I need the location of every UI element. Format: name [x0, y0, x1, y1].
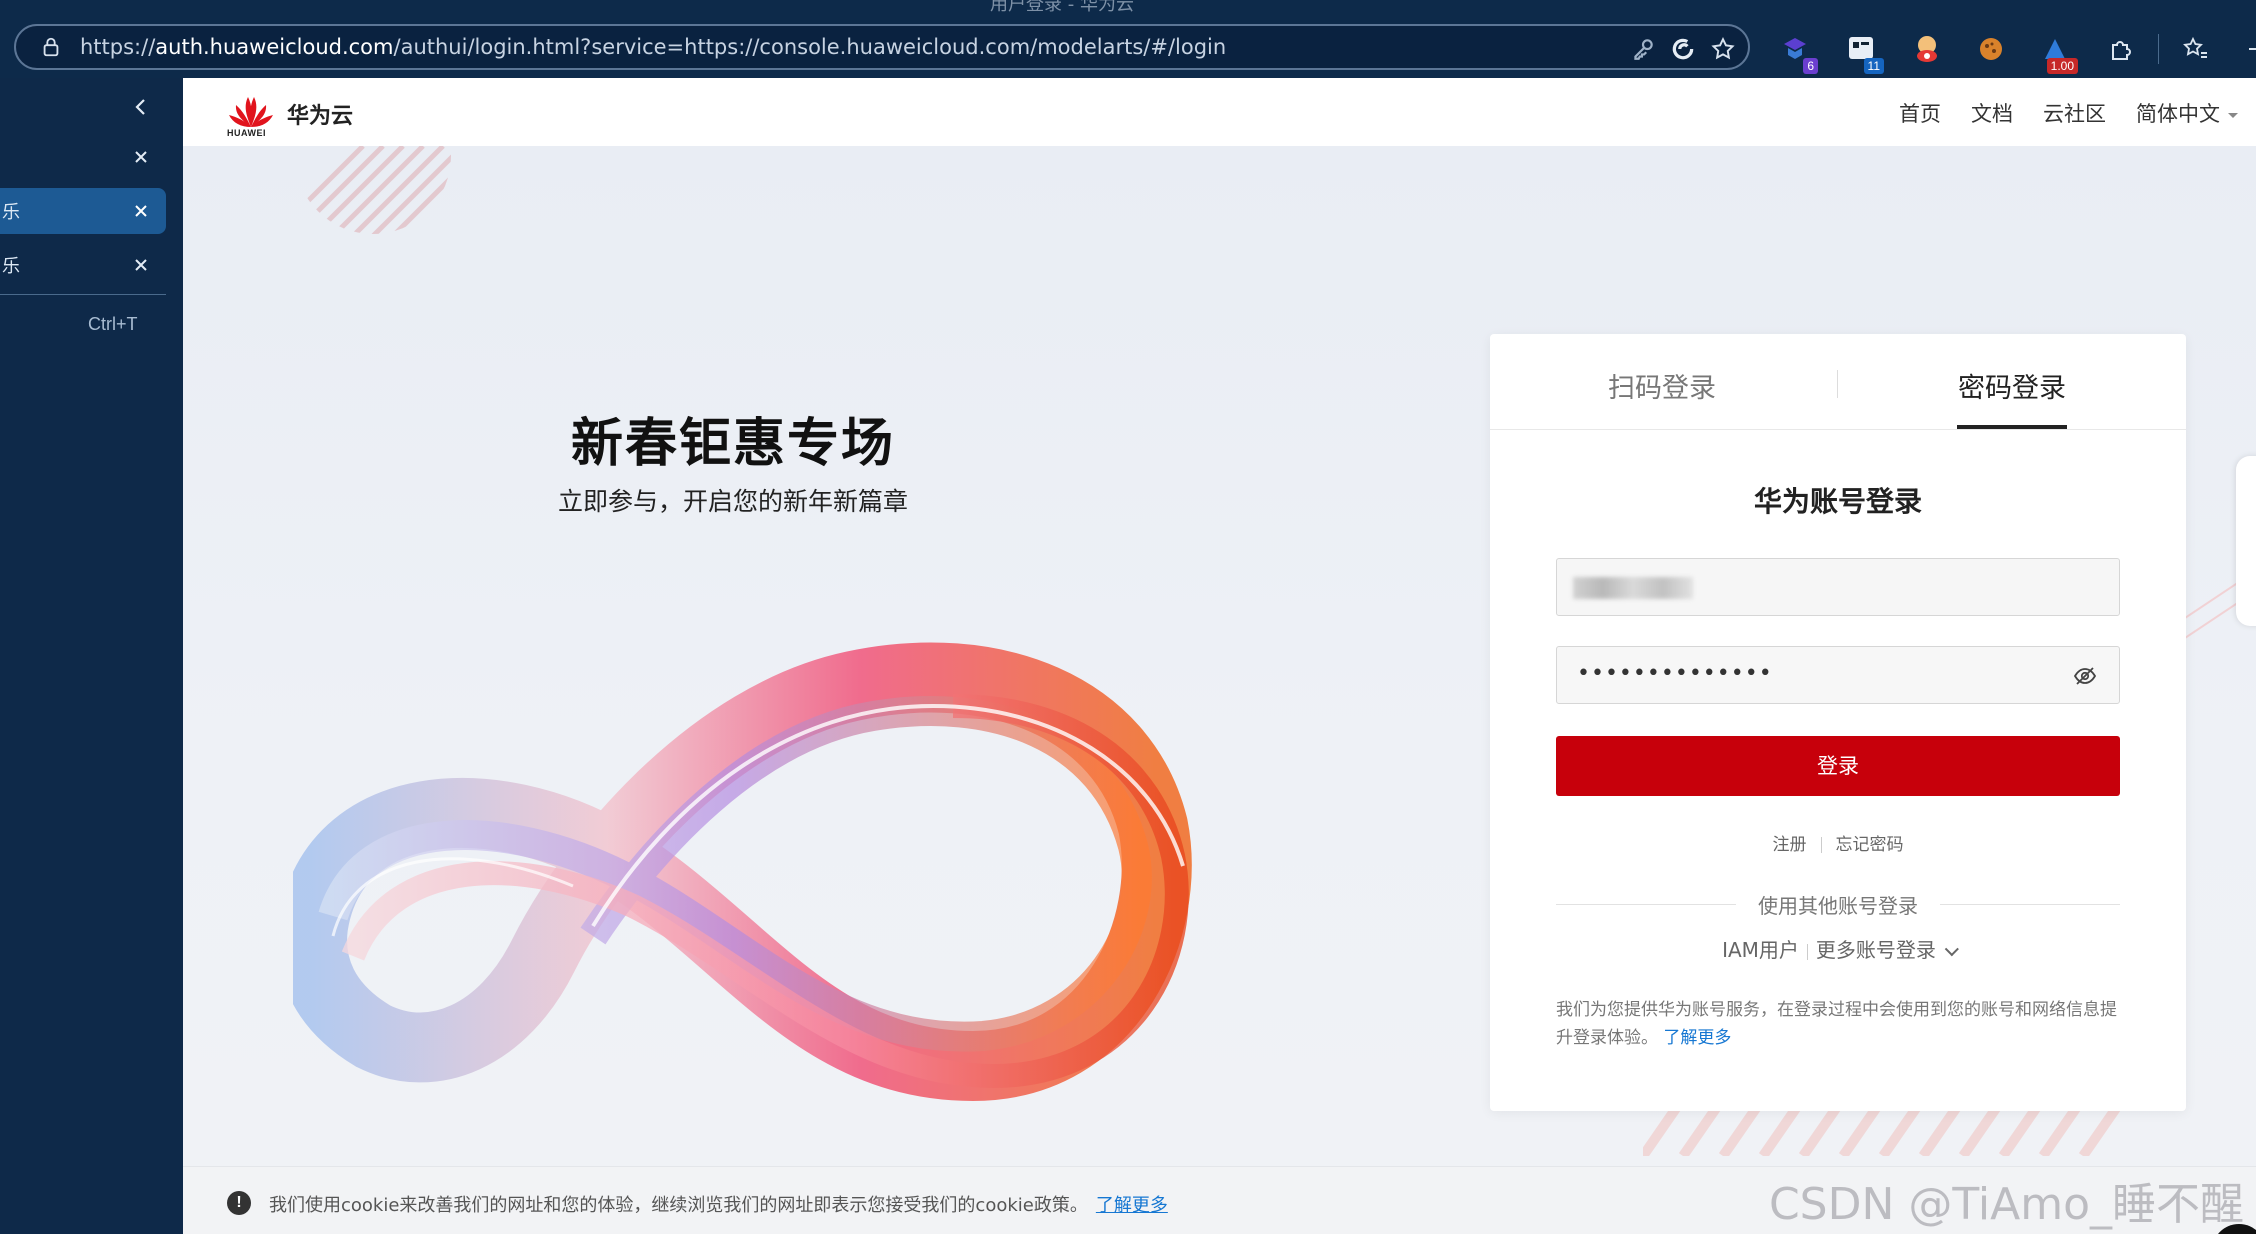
close-icon[interactable] — [130, 146, 152, 168]
ext-1-badge: 6 — [1803, 58, 1818, 74]
blurred-account-value — [1573, 577, 1693, 599]
info-icon: ! — [227, 1191, 251, 1215]
toolbar-divider — [2158, 34, 2159, 64]
favorites-icon[interactable] — [2176, 30, 2214, 68]
more-login-dropdown[interactable]: 更多账号登录 — [1816, 938, 1936, 962]
iam-user-link[interactable]: IAM用户 — [1722, 938, 1799, 962]
cookie-learn-more-link[interactable]: 了解更多 — [1096, 1195, 1168, 1216]
register-link[interactable]: 注册 — [1773, 835, 1807, 855]
login-card: 扫码登录 密码登录 华为账号登录 •••••••••••••• 登录 注册 忘记密… — [1490, 334, 2186, 1111]
collapse-sidebar-button[interactable] — [0, 84, 166, 130]
logo-wordmark: HUAWEI — [227, 128, 266, 138]
tab-qr-login[interactable]: 扫码登录 — [1608, 366, 1716, 405]
privacy-notice: 我们为您提供华为账号服务，在登录过程中会使用到您的账号和网络信息提升登录体验。 … — [1556, 996, 2126, 1052]
url-path: /authui/login.html?service=https://conso… — [393, 35, 1227, 59]
url-scheme: https:// — [80, 35, 156, 59]
cookie-icon[interactable] — [1972, 30, 2010, 68]
vertical-tabs-sidebar: 乐 乐 Ctrl+T — [0, 78, 183, 1234]
login-tabs: 扫码登录 密码登录 — [1490, 334, 2186, 430]
login-title: 华为账号登录 — [1753, 485, 1922, 518]
browser-toolbar: 用户登录 - 华为云 https://auth.huaweicloud.com/… — [0, 0, 2256, 78]
ext-5-icon[interactable]: 1.00 — [2036, 30, 2078, 74]
language-selector[interactable]: 简体中文 — [2136, 98, 2238, 128]
nav-home[interactable]: 首页 — [1899, 98, 1941, 128]
more-icon[interactable] — [2236, 30, 2256, 68]
sidebar-divider — [0, 294, 166, 295]
read-aloud-icon[interactable] — [1670, 36, 1696, 62]
tab-row-active[interactable]: 乐 — [0, 188, 166, 234]
tab-divider — [1837, 370, 1838, 398]
ext-2-badge: 11 — [1863, 58, 1884, 74]
divider-line-right — [1940, 904, 2120, 905]
forgot-password-link[interactable]: 忘记密码 — [1836, 835, 1904, 855]
ext-2-icon[interactable]: 11 — [1842, 30, 1884, 74]
url-host: auth.huaweicloud.com — [155, 35, 394, 59]
window-title: 用户登录 - 华为云 — [990, 0, 1134, 15]
password-input[interactable]: •••••••••••••• — [1556, 646, 2120, 704]
ext-3-icon[interactable] — [1908, 30, 1946, 68]
tab-row[interactable] — [0, 134, 166, 180]
extensions-puzzle-icon[interactable] — [2102, 30, 2140, 68]
lock-icon[interactable] — [40, 36, 62, 58]
ribbon-illustration — [293, 642, 1192, 1102]
nav-community[interactable]: 云社区 — [2043, 98, 2106, 128]
cookie-message: 我们使用cookie来改善我们的网址和您的体验，继续浏览我们的网址即表示您接受我… — [269, 1191, 1168, 1217]
address-bar[interactable]: https://auth.huaweicloud.com/authui/logi… — [14, 24, 1750, 70]
tab-password-login[interactable]: 密码登录 — [1958, 366, 2066, 405]
key-icon[interactable] — [1630, 36, 1656, 62]
csdn-watermark: CSDN @TiAmo_睡不醒 — [1768, 1179, 2244, 1230]
tab-title: 乐 — [2, 256, 20, 277]
active-tab-indicator — [1957, 425, 2067, 429]
other-login-divider: 使用其他账号登录 — [1556, 890, 2120, 920]
privacy-text: 我们为您提供华为账号服务，在登录过程中会使用到您的账号和网络信息提升登录体验。 — [1556, 1000, 2117, 1048]
ext-1-icon[interactable]: 6 — [1776, 30, 1818, 74]
web-page: HUAWEI 华为云 首页 文档 云社区 简体中文 新春钜惠专场 立即参与，开启… — [183, 78, 2256, 1234]
new-tab-shortcut[interactable]: Ctrl+T — [88, 314, 138, 335]
decor-stripes — [295, 146, 451, 234]
account-links: 注册 忘记密码 — [1490, 830, 2186, 855]
hero-title: 新春钜惠专场 — [570, 414, 895, 474]
account-input[interactable] — [1556, 558, 2120, 616]
site-header: HUAWEI 华为云 首页 文档 云社区 简体中文 — [183, 78, 2256, 146]
link-divider — [1820, 837, 1822, 853]
eye-off-icon[interactable] — [2073, 665, 2097, 687]
option-divider — [1806, 943, 1808, 960]
login-button[interactable]: 登录 — [1556, 736, 2120, 796]
hero-subtitle: 立即参与，开启您的新年新篇章 — [557, 487, 908, 516]
brand-name[interactable]: 华为云 — [287, 98, 353, 130]
chevron-down-icon[interactable] — [1944, 942, 1959, 957]
nav-docs[interactable]: 文档 — [1971, 98, 2013, 128]
close-icon[interactable] — [130, 200, 152, 222]
password-value: •••••••••••••• — [1577, 661, 1773, 686]
favorite-star-icon[interactable] — [1710, 36, 1736, 62]
learn-more-link[interactable]: 了解更多 — [1663, 1028, 1731, 1048]
url-text[interactable]: https://auth.huaweicloud.com/authui/logi… — [80, 35, 1226, 59]
tab-row[interactable]: 乐 — [0, 242, 166, 288]
close-icon[interactable] — [130, 254, 152, 276]
cookie-text: 我们使用cookie来改善我们的网址和您的体验，继续浏览我们的网址即表示您接受我… — [269, 1195, 1088, 1216]
top-nav: 首页 文档 云社区 简体中文 — [1899, 98, 2238, 128]
alt-login-options: IAM用户 更多账号登录 — [1490, 934, 2186, 963]
tab-title: 乐 — [2, 202, 20, 223]
chevron-left-icon[interactable] — [132, 98, 150, 116]
floating-widget[interactable] — [2236, 456, 2256, 626]
hero-banner: 新春钜惠专场 立即参与，开启您的新年新篇章 扫码登录 密码登录 华为账号登录 •… — [183, 146, 2256, 1166]
ext-5-badge: 1.00 — [2046, 58, 2078, 74]
